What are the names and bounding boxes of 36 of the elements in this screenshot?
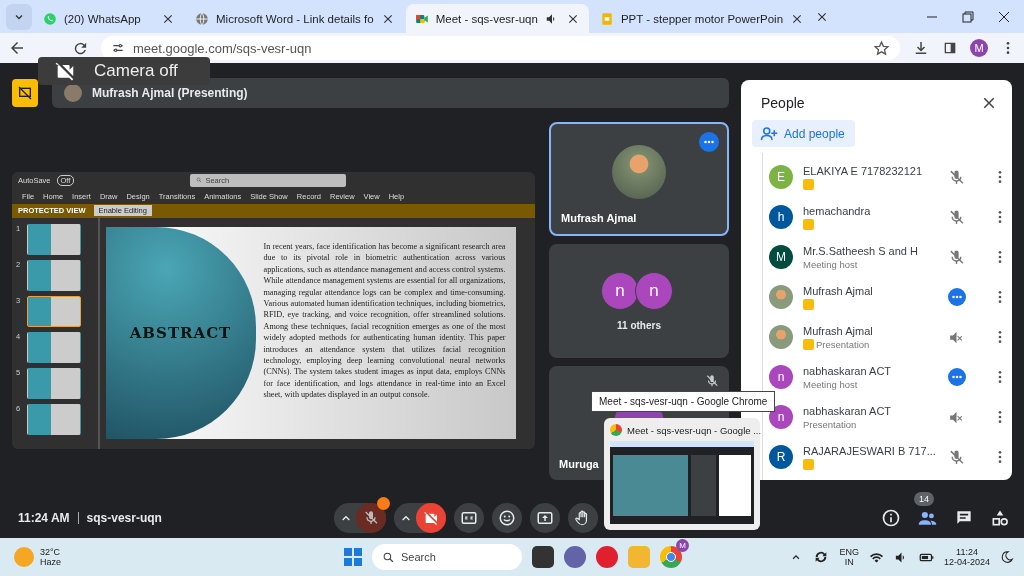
slide-text: In recent years, face identification has become a significant research area due to its pivotal role in biometric authentication across various applications, such as attendance management and access control systems. While attendance management systems are essential for all organizations, managing regular attendance logs can be complex and time-consuming. Various automated human identification techniques, including biometrics, RFID, eye tracking, and voice recognition, offer streamlined solutions. Among these techniques, facial recognition emerges as one of the most widely adopted methods for authenticating human identity. This paper introduces an attendance system that utilizes facial recognition technology, employing deep learning convolutional neural networks (CNNs). The system takes student images as input data, employs CNNs for face identification, and logs attendance in real-time into an Excel sheet, with updates displayed in an output console.	[262, 241, 507, 402]
participant-name: RAJARAJESWARI B 717...	[803, 444, 936, 457]
avatar: M	[769, 245, 793, 269]
people-count: 14	[914, 491, 934, 506]
tooltip: Meet - sqs-vesr-uqn - Google Chrome	[591, 391, 776, 412]
participant-role: Presentation	[816, 338, 870, 350]
avatar: n	[601, 271, 639, 310]
participant-role: Meeting host	[803, 258, 858, 270]
meeting-code: sqs-vesr-uqn	[86, 511, 162, 525]
others-count: 11 others	[617, 319, 661, 331]
avatar: E	[769, 165, 793, 189]
panel-title: People	[761, 95, 805, 111]
participant-name: nabhaskaran ACT	[803, 364, 893, 377]
participant-name: ELAKIYA E 7178232121	[803, 164, 924, 177]
participant-name: Mufrash Ajmal	[803, 284, 874, 297]
profile-badge: M	[676, 539, 689, 552]
participant-name: Muruga	[559, 458, 599, 470]
participant-name: Mr.S.Satheesh S and H	[803, 244, 919, 257]
meeting-time: 11:24 AM	[18, 511, 70, 525]
participant-role: Meeting host	[803, 378, 858, 390]
participant-name: Mufrash Ajmal	[561, 212, 637, 224]
preview-title: Meet - sqs-vesr-uqn - Google ...	[627, 424, 762, 436]
presenter-label: Mufrash Ajmal (Presenting)	[92, 86, 248, 100]
avatar: R	[769, 445, 793, 469]
slide-title: ABSTRACT	[129, 324, 232, 342]
camera-off-toast: Camera off	[38, 57, 210, 85]
participant-name: hemachandra	[803, 204, 872, 217]
participant-name: Mufrash Ajmal	[803, 324, 874, 337]
participant-name: nabhaskaran ACT	[803, 404, 893, 417]
temperature: 32°C	[40, 547, 61, 557]
avatar: n	[769, 365, 793, 389]
avatar: n	[635, 271, 673, 310]
weather-condition: Haze	[40, 557, 61, 567]
participant-role: Presentation	[803, 418, 857, 430]
avatar: h	[769, 205, 793, 229]
avatar: n	[769, 405, 793, 429]
